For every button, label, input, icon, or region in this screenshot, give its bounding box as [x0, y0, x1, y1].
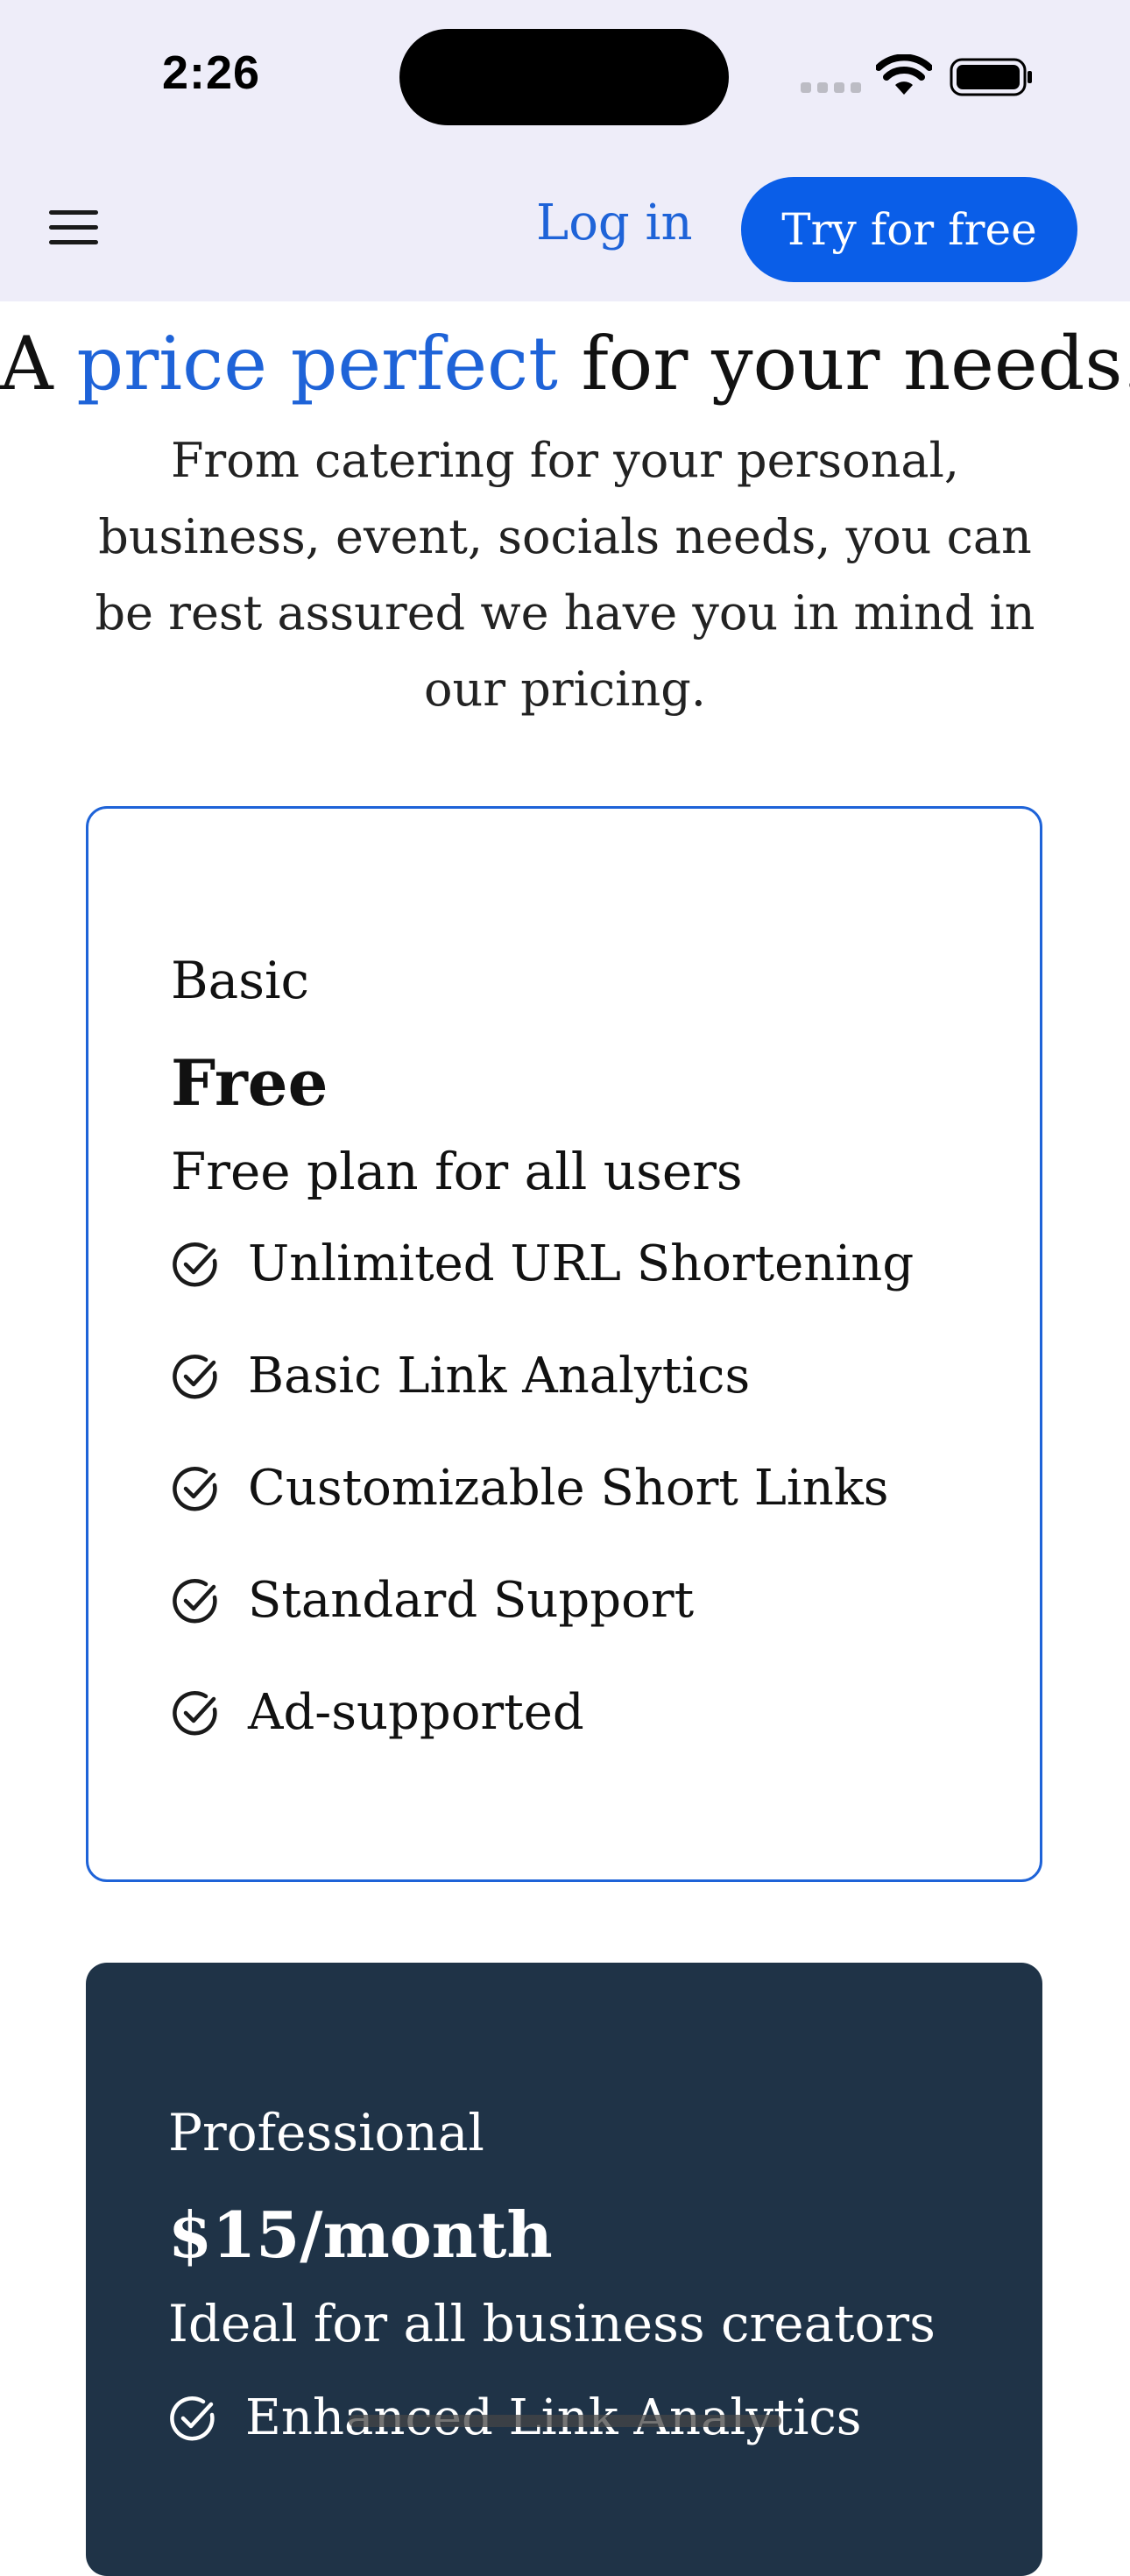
feature-list: Enhanced Link Analytics [168, 2390, 861, 2502]
dynamic-island [399, 29, 729, 125]
feature-item: Unlimited URL Shortening [171, 1236, 914, 1348]
cellular-signal-icon [801, 82, 862, 93]
plan-name: Basic [171, 951, 309, 1010]
plan-name: Professional [168, 2103, 484, 2162]
check-circle-icon [170, 2396, 215, 2441]
feature-item: Basic Link Analytics [171, 1348, 914, 1461]
plan-card-professional: Professional $15/month Ideal for all bus… [86, 1963, 1042, 2576]
hamburger-menu-icon[interactable] [49, 210, 98, 245]
status-time: 2:26 [162, 46, 261, 99]
hero-title-suffix: for your needs. [557, 321, 1130, 407]
feature-label: Standard Support [248, 1572, 695, 1629]
plan-price: Free [171, 1045, 328, 1120]
login-link[interactable]: Log in [536, 195, 693, 251]
check-circle-icon [173, 1691, 217, 1736]
hero-title-prefix: A [0, 321, 77, 407]
feature-item: Enhanced Link Analytics [168, 2390, 861, 2502]
check-circle-icon [173, 1467, 217, 1511]
plan-description: Ideal for all business creators [168, 2294, 936, 2353]
feature-label: Basic Link Analytics [248, 1348, 751, 1405]
try-for-free-button[interactable]: Try for free [741, 177, 1077, 282]
feature-list: Unlimited URL Shortening Basic Link Anal… [171, 1236, 914, 1797]
plan-price: $15/month [168, 2197, 553, 2272]
status-bar: 2:26 [0, 0, 1130, 151]
feature-label: Ad-supported [248, 1684, 584, 1741]
site-header: Log in Try for free [0, 151, 1130, 301]
check-circle-icon [173, 1355, 217, 1399]
feature-item: Standard Support [171, 1573, 914, 1685]
hero-title: A price perfect for your needs. [0, 321, 1130, 407]
check-circle-icon [173, 1579, 217, 1624]
plan-card-basic: Basic Free Free plan for all users Unlim… [86, 806, 1042, 1882]
battery-icon [950, 58, 1032, 96]
feature-item: Ad-supported [171, 1685, 914, 1797]
wifi-icon [876, 54, 932, 95]
feature-item: Customizable Short Links [171, 1461, 914, 1573]
home-indicator[interactable] [349, 2415, 781, 2427]
hero-subtitle: From catering for your personal, busines… [95, 433, 1035, 717]
plan-description: Free plan for all users [171, 1142, 743, 1201]
hero-title-accent: price perfect [76, 321, 558, 407]
feature-label: Unlimited URL Shortening [248, 1235, 915, 1292]
feature-label: Customizable Short Links [248, 1460, 889, 1517]
check-circle-icon [173, 1242, 217, 1287]
